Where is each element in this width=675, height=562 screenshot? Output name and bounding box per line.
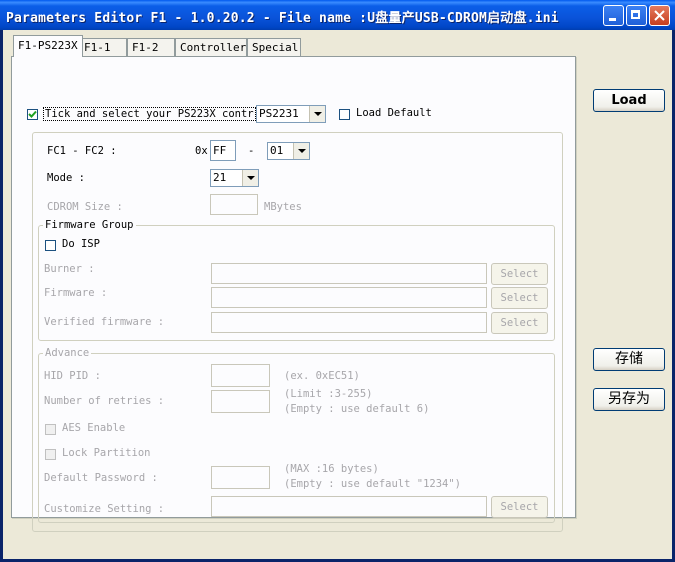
checkmark-icon: [28, 110, 37, 118]
minimize-button[interactable]: [603, 5, 624, 26]
maximize-button[interactable]: [626, 5, 647, 26]
burner-label: Burner :: [44, 263, 95, 275]
verified-firmware-select-button[interactable]: Select: [491, 312, 548, 334]
tick-controller-label[interactable]: Tick and select your PS223X contr: [43, 107, 256, 121]
cdrom-unit: MBytes: [264, 201, 302, 213]
advance-group: Advance HID PID : (ex. 0xEC51) Number of…: [38, 347, 555, 523]
do-isp-label[interactable]: Do ISP: [62, 238, 100, 250]
save-as-button[interactable]: 另存为: [593, 388, 665, 411]
hid-pid-input[interactable]: [211, 364, 270, 387]
password-hint-max: (MAX :16 bytes): [284, 463, 379, 475]
firmware-label: Firmware :: [44, 287, 108, 299]
hid-pid-label: HID PID :: [44, 370, 101, 382]
window-title: Parameters Editor F1 - 1.0.20.2 - File n…: [6, 11, 559, 26]
burner-input[interactable]: [211, 263, 487, 284]
chevron-down-icon: [293, 143, 309, 159]
chevron-down-icon: [309, 106, 325, 122]
tab-panel: Tick and select your PS223X contr PS2231…: [11, 56, 576, 532]
tick-controller-checkbox[interactable]: [27, 109, 38, 120]
main-frame: FC1 - FC2 : 0x FF - 01 Mode : 21 CDROM S…: [32, 132, 563, 532]
verified-firmware-input[interactable]: [211, 312, 487, 333]
load-default-label[interactable]: Load Default: [356, 107, 432, 119]
customize-setting-label: Customize Setting :: [44, 503, 165, 515]
verified-firmware-label: Verified firmware :: [44, 316, 165, 328]
tab-f1-ps223x[interactable]: F1-PS223X: [13, 35, 83, 57]
aes-enable-label[interactable]: AES Enable: [62, 422, 125, 434]
app-window: Parameters Editor F1 - 1.0.20.2 - File n…: [0, 0, 675, 562]
retries-label: Number of retries :: [44, 395, 165, 407]
burner-select-button[interactable]: Select: [491, 263, 548, 285]
cdrom-size-label: CDROM Size :: [47, 201, 123, 213]
retries-hint-limit: (Limit :3-255): [284, 388, 373, 400]
fc-prefix: 0x: [195, 145, 208, 157]
load-default-checkbox[interactable]: [339, 109, 350, 120]
title-bar[interactable]: Parameters Editor F1 - 1.0.20.2 - File n…: [0, 0, 675, 30]
tab-f1-2[interactable]: F1-2: [127, 38, 175, 56]
controller-select-value: PS2231: [259, 107, 299, 120]
aes-enable-checkbox[interactable]: [45, 424, 56, 435]
fc-label: FC1 - FC2 :: [47, 145, 117, 157]
default-password-label: Default Password :: [44, 472, 158, 484]
close-icon: [654, 10, 665, 21]
lock-partition-label[interactable]: Lock Partition: [62, 447, 151, 459]
customize-select-button[interactable]: Select: [491, 496, 548, 518]
fc2-select[interactable]: 01: [267, 142, 310, 160]
fc1-input[interactable]: FF: [210, 140, 236, 161]
save-button[interactable]: 存储: [593, 348, 665, 371]
tab-special[interactable]: Special: [247, 38, 301, 56]
cdrom-size-input[interactable]: [210, 194, 258, 215]
fc2-select-value: 01: [270, 144, 284, 157]
load-button[interactable]: Load: [593, 89, 665, 112]
customize-setting-input[interactable]: [211, 496, 487, 517]
fc-dash: -: [248, 145, 255, 157]
password-hint-default: (Empty : use default "1234"): [284, 478, 462, 490]
chevron-down-icon: [242, 170, 258, 186]
firmware-select-button[interactable]: Select: [491, 287, 548, 309]
default-password-input[interactable]: [211, 466, 270, 489]
lock-partition-checkbox[interactable]: [45, 449, 56, 460]
do-isp-checkbox[interactable]: [45, 240, 56, 251]
retries-input[interactable]: [211, 390, 270, 413]
close-button[interactable]: [649, 5, 670, 26]
tab-controller[interactable]: Controller: [175, 38, 247, 56]
advance-group-title: Advance: [43, 347, 92, 359]
firmware-group: Firmware Group Do ISP Burner : Select Fi…: [38, 219, 555, 341]
mode-select-value: 21: [213, 171, 227, 184]
retries-hint-default: (Empty : use default 6): [284, 403, 430, 415]
hid-pid-hint: (ex. 0xEC51): [284, 370, 360, 382]
firmware-input[interactable]: [211, 287, 487, 308]
tab-f1-1[interactable]: F1-1: [79, 38, 127, 56]
mode-select[interactable]: 21: [210, 169, 259, 187]
firmware-group-title: Firmware Group: [43, 219, 136, 231]
client-area: F1-PS223X F1-1 F1-2 Controller Special T…: [3, 30, 672, 559]
mode-label: Mode :: [47, 172, 85, 184]
controller-select[interactable]: PS2231: [256, 105, 326, 123]
